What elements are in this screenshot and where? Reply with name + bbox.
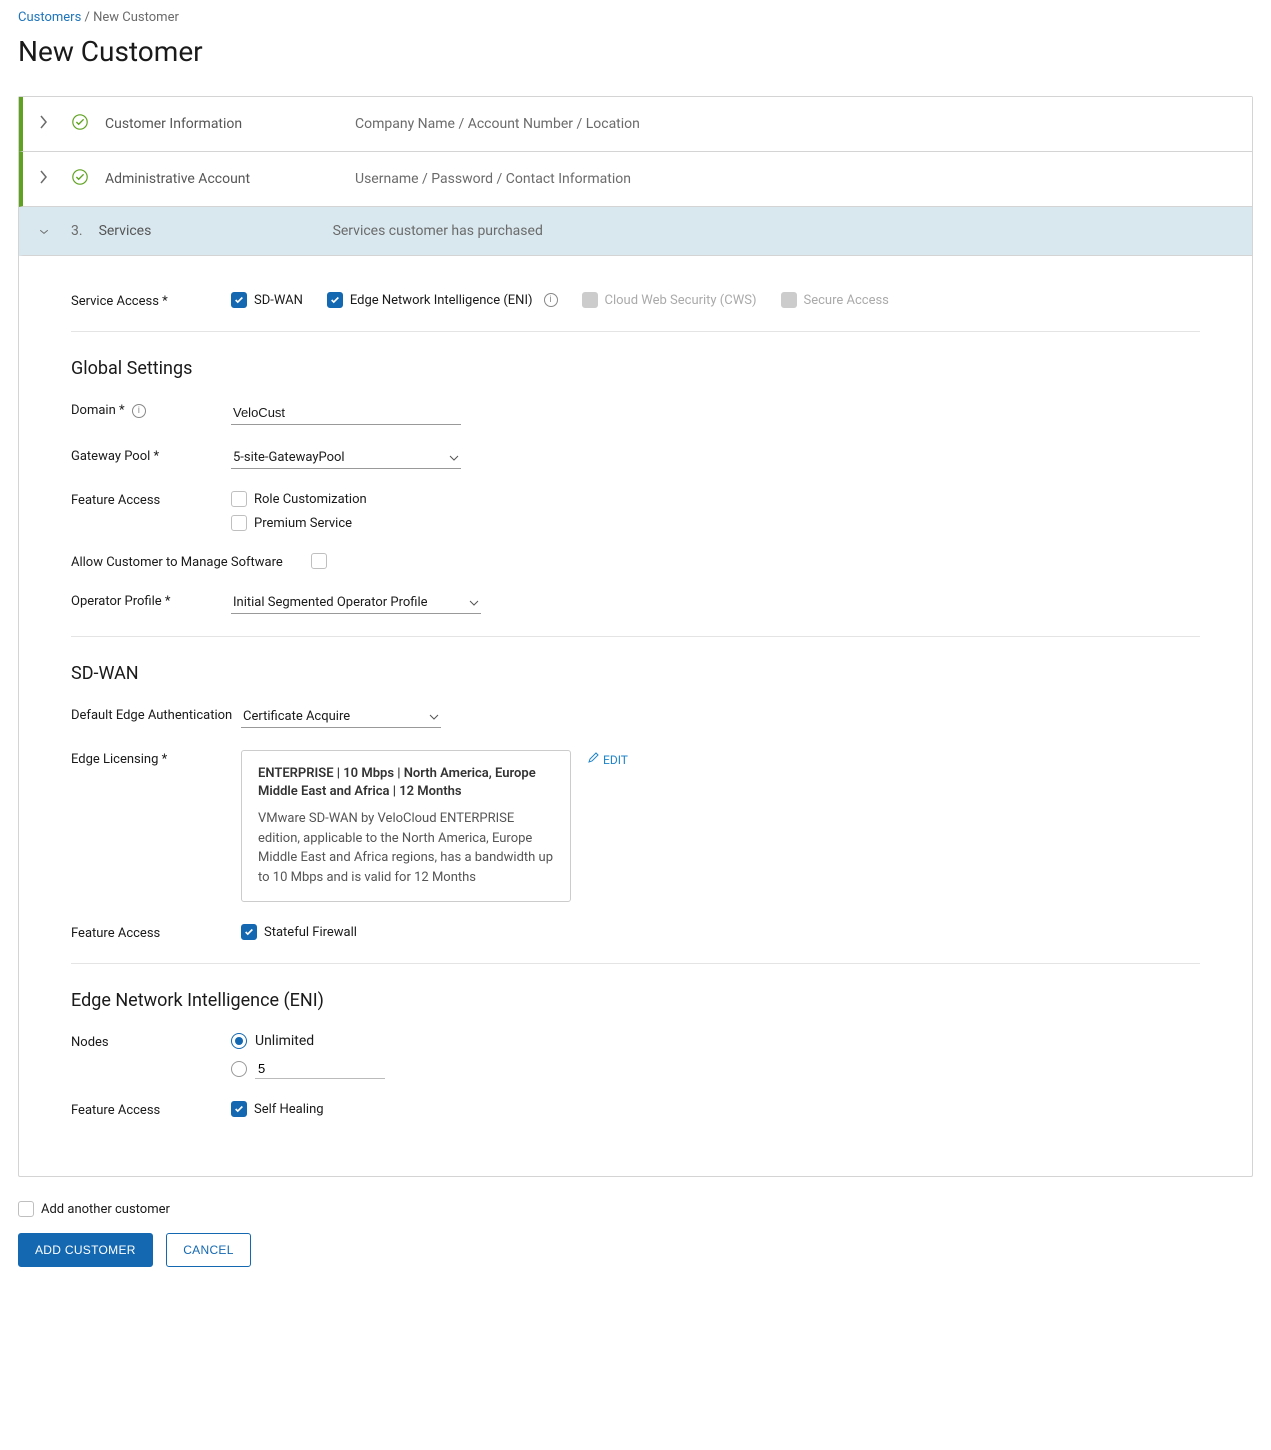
- chk-eni[interactable]: Edge Network Intelligence (ENI) i: [327, 292, 558, 308]
- step-label: Services: [99, 223, 333, 239]
- feature-access-label: Feature Access: [71, 1101, 231, 1118]
- operator-profile-row: Operator Profile * Initial Segmented Ope…: [71, 592, 1200, 614]
- default-edge-auth-select[interactable]: Certificate Acquire: [241, 706, 441, 728]
- gateway-pool-select[interactable]: 5-site-GatewayPool: [231, 447, 461, 469]
- wizard-accordion: Customer Information Company Name / Acco…: [18, 96, 1253, 1177]
- default-edge-auth-row: Default Edge Authentication Certificate …: [71, 706, 1200, 728]
- feature-access-label: Feature Access: [71, 491, 231, 508]
- manage-software-row: Allow Customer to Manage Software: [71, 553, 1200, 570]
- domain-input[interactable]: [231, 401, 461, 425]
- step-services-body: Service Access * SD-WAN Edge Network Int…: [19, 256, 1252, 1176]
- breadcrumb-parent[interactable]: Customers: [18, 10, 81, 25]
- service-access-label: Service Access *: [71, 292, 231, 309]
- chk-self-healing[interactable]: Self Healing: [231, 1101, 324, 1117]
- footer: Add another customer ADD CUSTOMER CANCEL: [18, 1201, 1253, 1267]
- sdwan-heading: SD-WAN: [71, 663, 1200, 684]
- chk-premium-service[interactable]: Premium Service: [231, 515, 367, 531]
- chk-add-another-customer[interactable]: Add another customer: [18, 1201, 1253, 1217]
- chevron-down-icon: [469, 595, 479, 610]
- chevron-right-icon: [39, 114, 57, 134]
- step-desc: Company Name / Account Number / Location: [355, 116, 640, 132]
- breadcrumb-sep: /: [81, 10, 93, 25]
- chk-manage-software[interactable]: [311, 553, 327, 569]
- license-card: ENTERPRISE | 10 Mbps | North America, Eu…: [241, 750, 571, 902]
- domain-row: Domain * i: [71, 401, 1200, 425]
- step-services[interactable]: 3. Services Services customer has purcha…: [19, 207, 1252, 256]
- edit-license-link[interactable]: EDIT: [587, 752, 628, 767]
- license-title: ENTERPRISE | 10 Mbps | North America, Eu…: [258, 765, 554, 801]
- page-title: New Customer: [18, 35, 1253, 68]
- feature-access-label: Feature Access: [71, 924, 241, 941]
- check-circle-icon: [71, 168, 89, 190]
- feature-access-row-sdwan: Feature Access Stateful Firewall: [71, 924, 1200, 941]
- default-edge-auth-label: Default Edge Authentication: [71, 706, 241, 723]
- service-access-row: Service Access * SD-WAN Edge Network Int…: [71, 292, 1200, 309]
- feature-access-row-global: Feature Access Role Customization Premiu…: [71, 491, 1200, 531]
- operator-profile-select[interactable]: Initial Segmented Operator Profile: [231, 592, 481, 614]
- info-icon[interactable]: i: [132, 404, 146, 418]
- pencil-icon: [587, 752, 599, 767]
- step-label: Customer Information: [105, 116, 355, 132]
- edge-licensing-label: Edge Licensing *: [71, 750, 241, 767]
- step-desc: Services customer has purchased: [333, 223, 543, 239]
- step-desc: Username / Password / Contact Informatio…: [355, 171, 631, 187]
- chk-role-customization[interactable]: Role Customization: [231, 491, 367, 507]
- breadcrumb: Customers / New Customer: [18, 10, 1253, 25]
- manage-software-label: Allow Customer to Manage Software: [71, 553, 311, 570]
- chevron-right-icon: [39, 169, 57, 189]
- chk-sdwan[interactable]: SD-WAN: [231, 292, 303, 308]
- license-desc: VMware SD-WAN by VeloCloud ENTERPRISE ed…: [258, 809, 554, 887]
- breadcrumb-current: New Customer: [93, 10, 179, 25]
- chevron-down-icon: [449, 450, 459, 465]
- edge-licensing-row: Edge Licensing * ENTERPRISE | 10 Mbps | …: [71, 750, 1200, 902]
- gateway-pool-row: Gateway Pool * 5-site-GatewayPool: [71, 447, 1200, 469]
- radio-nodes-custom[interactable]: [231, 1059, 385, 1079]
- step-number: 3.: [71, 223, 83, 239]
- nodes-label: Nodes: [71, 1033, 231, 1050]
- eni-heading: Edge Network Intelligence (ENI): [71, 990, 1200, 1011]
- check-circle-icon: [71, 113, 89, 135]
- chk-secure-access[interactable]: Secure Access: [781, 292, 889, 308]
- gateway-pool-label: Gateway Pool *: [71, 447, 231, 464]
- cancel-button[interactable]: CANCEL: [166, 1233, 250, 1267]
- chevron-down-icon: [39, 223, 57, 239]
- operator-profile-label: Operator Profile *: [71, 592, 231, 609]
- step-label: Administrative Account: [105, 171, 355, 187]
- domain-label: Domain * i: [71, 401, 231, 418]
- radio-nodes-unlimited[interactable]: Unlimited: [231, 1033, 385, 1049]
- chevron-down-icon: [429, 709, 439, 724]
- step-admin-account[interactable]: Administrative Account Username / Passwo…: [19, 152, 1252, 207]
- global-settings-heading: Global Settings: [71, 358, 1200, 379]
- chk-cws[interactable]: Cloud Web Security (CWS): [582, 292, 757, 308]
- nodes-custom-input[interactable]: [255, 1059, 385, 1079]
- step-customer-info[interactable]: Customer Information Company Name / Acco…: [19, 97, 1252, 152]
- nodes-row: Nodes Unlimited: [71, 1033, 1200, 1079]
- add-customer-button[interactable]: ADD CUSTOMER: [18, 1233, 153, 1267]
- feature-access-row-eni: Feature Access Self Healing: [71, 1101, 1200, 1118]
- chk-stateful-firewall[interactable]: Stateful Firewall: [241, 924, 357, 940]
- info-icon[interactable]: i: [544, 293, 558, 307]
